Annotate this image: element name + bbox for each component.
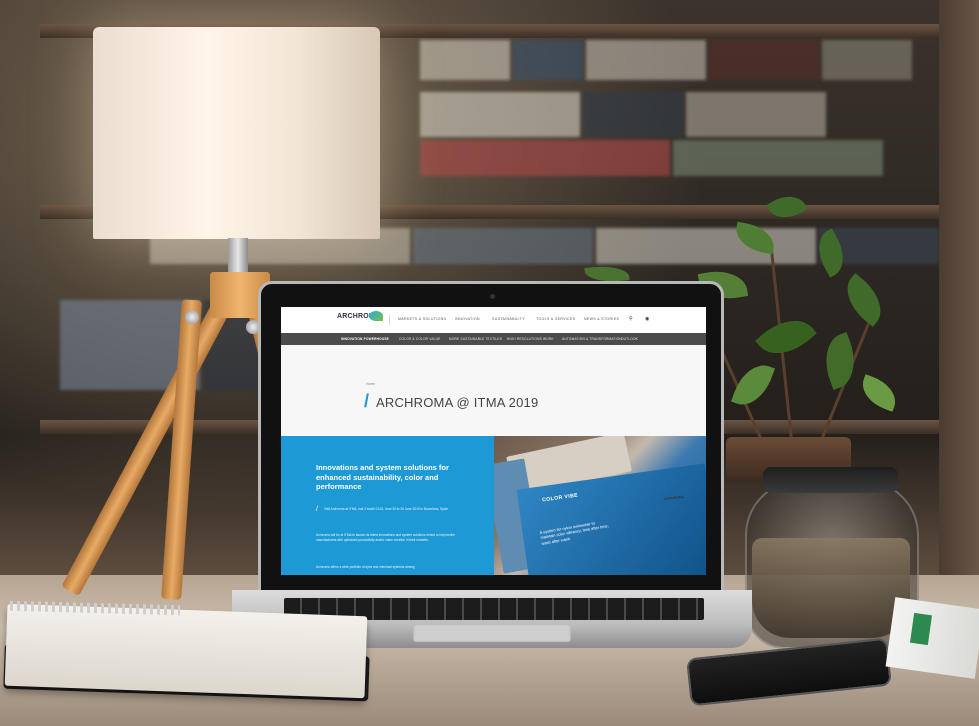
- subnav-automation[interactable]: AUTOMATION & TRANSFORMATION: [562, 337, 622, 341]
- subnav-innovation-powerhouse[interactable]: INNOVATION POWERHOUSE: [341, 337, 389, 341]
- hero-heading: Innovations and system solutions for enh…: [316, 463, 449, 491]
- jar-lid: [763, 467, 898, 493]
- nav-news-stories[interactable]: NEWS & STORIES: [584, 317, 619, 321]
- wall-edge: [939, 0, 979, 600]
- notebook: [4, 603, 368, 699]
- subnav-high-resolutions[interactable]: HIGH RESOLUTIONS WORK: [507, 337, 554, 341]
- search-icon[interactable]: ⚲: [629, 316, 633, 322]
- site-header: ARCHROMA MARKETS & SOLUTIONS INNOVATION …: [281, 307, 706, 333]
- nav-innovation[interactable]: INNOVATION: [455, 317, 480, 321]
- white-box: [885, 597, 979, 679]
- globe-icon[interactable]: ◉: [645, 316, 649, 322]
- books-row-1: [420, 40, 912, 80]
- title-accent-slash: /: [364, 391, 370, 411]
- nav-divider: [389, 315, 390, 325]
- jar-contents: [752, 538, 910, 638]
- intro-accent-slash: /: [316, 506, 318, 513]
- hero-body-1: Archroma will be at ITMA to launch its l…: [316, 533, 455, 542]
- nav-markets-solutions[interactable]: MARKETS & SOLUTIONS: [398, 317, 446, 321]
- photo-scene: ARCHROMA MARKETS & SOLUTIONS INNOVATION …: [0, 0, 979, 726]
- subnav-sustainable-textiles[interactable]: MORE SUSTAINABLE TEXTILES: [449, 337, 502, 341]
- sub-navigation: INNOVATION POWERHOUSE COLOR & COLOR VALU…: [281, 333, 706, 345]
- hero-body-2: Archroma offers a wide portfolio of dyes…: [316, 565, 415, 569]
- books-row-3: [420, 140, 883, 176]
- subnav-color-value[interactable]: COLOR & COLOR VALUE: [399, 337, 440, 341]
- hero-panel: Innovations and system solutions for enh…: [281, 436, 494, 575]
- page-title: ARCHROMA @ ITMA 2019: [376, 395, 539, 410]
- lamp-knob-1: [185, 310, 199, 324]
- laptop-trackpad: [413, 624, 571, 642]
- hero-photo: COLOR VIBE A system for nylon swimwear t…: [494, 436, 706, 575]
- nav-tools-services[interactable]: TOOLS & SERVICES: [536, 317, 575, 321]
- laptop-screen-website: ARCHROMA MARKETS & SOLUTIONS INNOVATION …: [281, 307, 706, 575]
- webcam: [490, 294, 495, 299]
- breadcrumb[interactable]: Home: [366, 382, 375, 386]
- logo-mark-icon: [369, 311, 383, 321]
- hero-intro: Visit Archroma at ITMA, hall 3 booth C10…: [324, 507, 449, 511]
- nav-sustainability[interactable]: SUSTAINABILITY: [492, 317, 525, 321]
- lamp-shade: [93, 27, 380, 239]
- books-row-2: [420, 92, 826, 137]
- subnav-outlook[interactable]: OUTLOOK: [621, 337, 638, 341]
